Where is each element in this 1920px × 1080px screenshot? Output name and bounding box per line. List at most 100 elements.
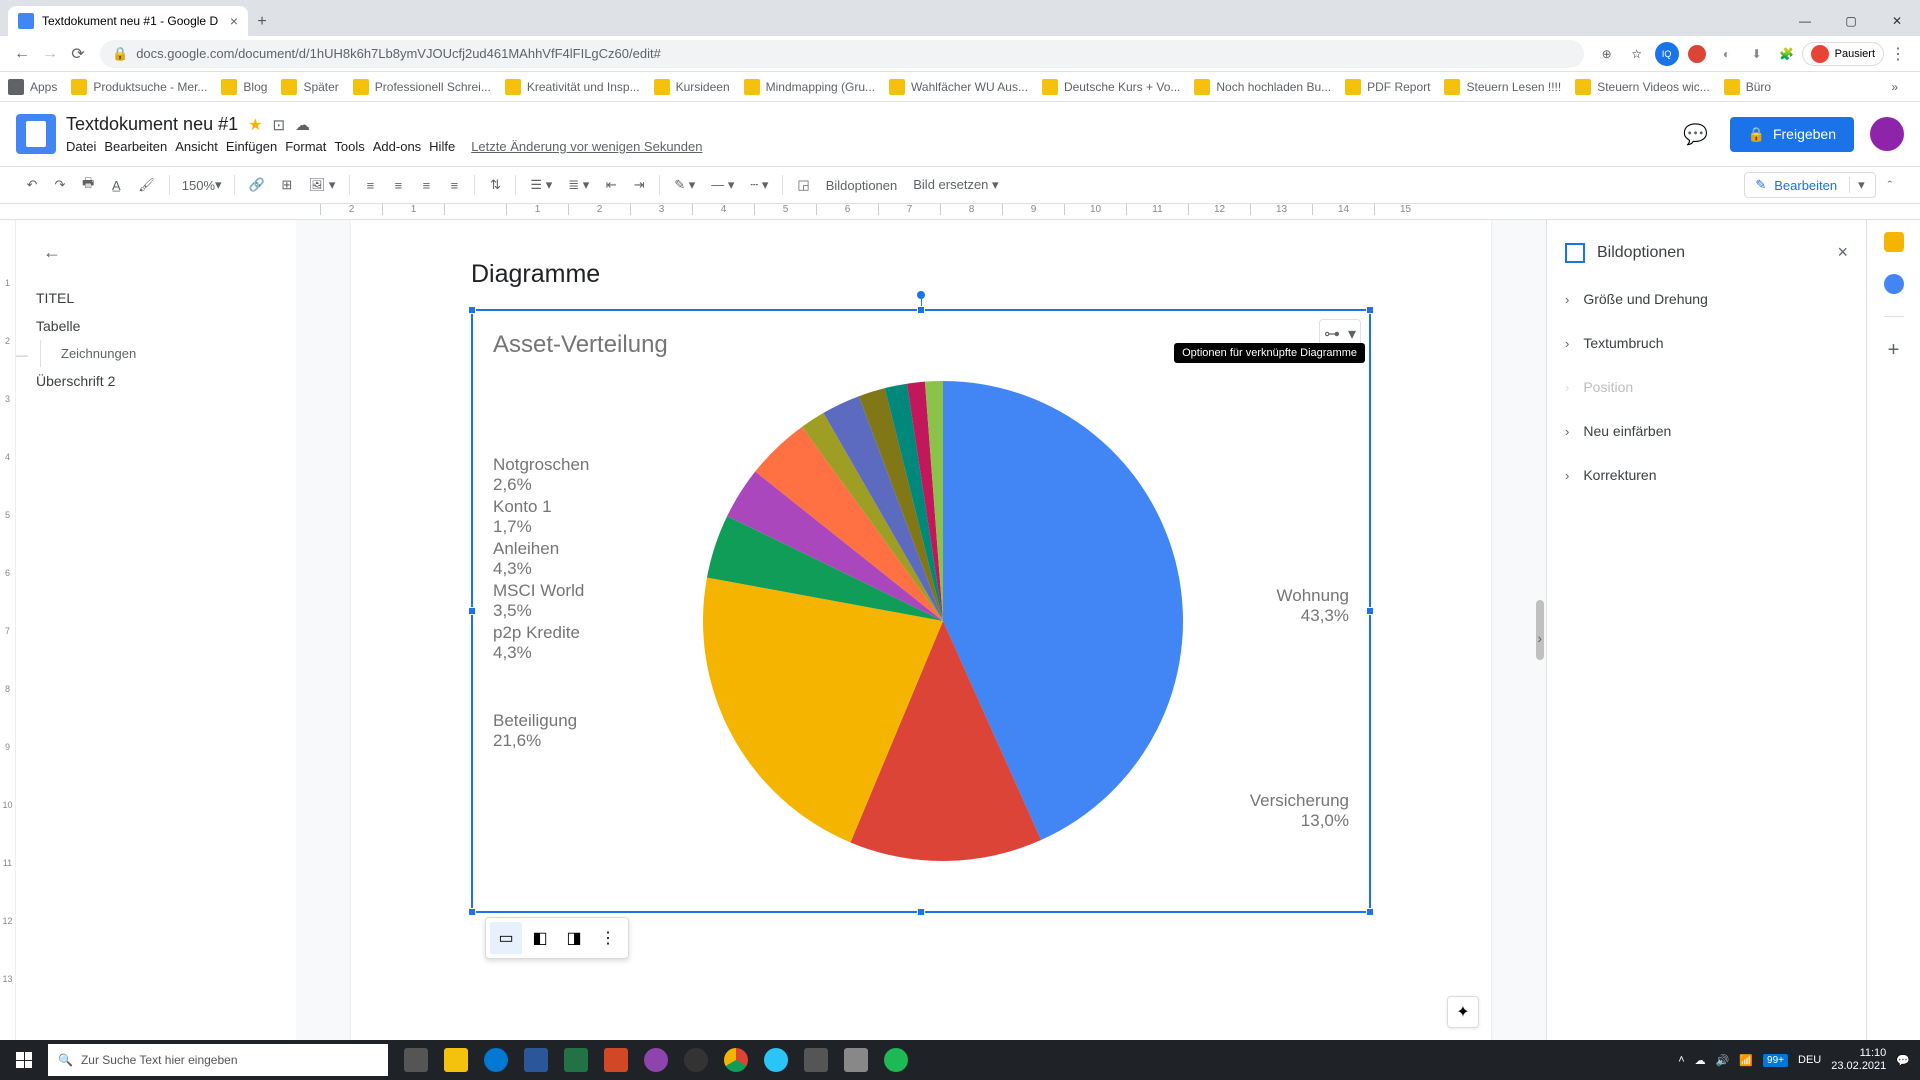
notifications-icon[interactable]: 💬 (1896, 1054, 1910, 1067)
close-sidebar-icon[interactable]: × (1837, 242, 1848, 263)
browser-menu-icon[interactable]: ⋮ (1884, 40, 1912, 68)
bookmark-item[interactable]: Büro (1724, 79, 1771, 95)
bookmark-item[interactable]: Blog (221, 79, 267, 95)
move-icon[interactable]: ⊡ (272, 116, 285, 134)
resize-handle[interactable] (917, 908, 925, 916)
sidebar-item-adjustments[interactable]: ›Korrekturen (1547, 453, 1866, 497)
editing-mode-button[interactable]: ✎ Bearbeiten ▾ (1744, 172, 1875, 198)
bookmark-item[interactable]: Steuern Lesen !!!! (1444, 79, 1561, 95)
crop-icon[interactable]: ◲ (791, 173, 815, 197)
extension-icon-1[interactable]: IQ (1655, 42, 1679, 66)
taskbar-search-input[interactable]: 🔍 Zur Suche Text hier eingeben (48, 1044, 388, 1076)
resize-handle[interactable] (917, 306, 925, 314)
outline-collapse-icon[interactable]: ← (36, 236, 68, 268)
menu-addons[interactable]: Add-ons (373, 139, 421, 154)
bookmark-item[interactable]: PDF Report (1345, 79, 1430, 95)
spotify-icon[interactable] (876, 1040, 916, 1080)
align-left-icon[interactable]: ≡ (358, 174, 382, 197)
bookmark-item[interactable]: Produktsuche - Mer... (71, 79, 207, 95)
extension-icon-4[interactable]: ⬇ (1745, 42, 1769, 66)
menu-tools[interactable]: Tools (334, 139, 364, 154)
extension-icon-2[interactable] (1685, 42, 1709, 66)
edge-app-icon[interactable] (756, 1040, 796, 1080)
explore-button-icon[interactable]: ✦ (1447, 996, 1479, 1028)
align-justify-icon[interactable]: ≡ (442, 174, 466, 197)
outline-remove-icon[interactable]: — (16, 348, 28, 362)
last-edit-link[interactable]: Letzte Änderung vor wenigen Sekunden (471, 139, 702, 154)
paint-format-icon[interactable]: 🖌 (132, 173, 161, 197)
volume-icon[interactable]: 🔊 (1716, 1054, 1730, 1067)
app-icon[interactable] (636, 1040, 676, 1080)
tray-badge[interactable]: 99+ (1763, 1054, 1788, 1067)
undo-icon[interactable]: ↶ (20, 173, 44, 197)
linked-chart-options-icon[interactable]: ▾ (1348, 324, 1356, 344)
browser-tab[interactable]: Textdokument neu #1 - Google D × (8, 6, 248, 36)
resize-handle[interactable] (468, 607, 476, 615)
powerpoint-icon[interactable] (596, 1040, 636, 1080)
chrome-icon[interactable] (716, 1040, 756, 1080)
add-addon-icon[interactable]: + (1888, 339, 1900, 362)
minimize-icon[interactable]: — (1782, 6, 1828, 36)
apps-shortcut[interactable]: Apps (8, 79, 57, 95)
print-icon[interactable]: 🖶 (76, 170, 100, 200)
image-insert-icon[interactable]: 🖼 ▾ (303, 173, 342, 197)
align-right-icon[interactable]: ≡ (414, 174, 438, 197)
maximize-icon[interactable]: ▢ (1828, 6, 1874, 36)
url-input[interactable]: 🔒 docs.google.com/document/d/1hUH8k6h7Lb… (100, 40, 1584, 68)
obs-icon[interactable] (676, 1040, 716, 1080)
sidebar-item-recolor[interactable]: ›Neu einfärben (1547, 409, 1866, 453)
extension-icon-3[interactable]: ◐ (1715, 42, 1739, 66)
profile-button[interactable]: Pausiert (1802, 42, 1884, 66)
image-options-button[interactable]: Bildoptionen (820, 178, 904, 193)
resize-handle[interactable] (468, 908, 476, 916)
side-panel-expand-icon[interactable]: › (1537, 630, 1542, 646)
align-center-icon[interactable]: ≡ (386, 174, 410, 197)
menu-edit[interactable]: Bearbeiten (104, 139, 167, 154)
outline-item-tabelle[interactable]: Tabelle (36, 312, 276, 340)
user-avatar-icon[interactable] (1870, 117, 1904, 151)
star-icon[interactable]: ★ (248, 115, 262, 135)
explorer-icon[interactable] (436, 1040, 476, 1080)
sidebar-item-text-wrap[interactable]: ›Textumbruch (1547, 321, 1866, 365)
task-view-icon[interactable] (396, 1040, 436, 1080)
image-more-icon[interactable]: ⋮ (592, 922, 624, 954)
menu-help[interactable]: Hilfe (429, 139, 455, 154)
link-icon[interactable]: 🔗 (243, 173, 271, 197)
decrease-indent-icon[interactable]: ⇤ (599, 173, 623, 197)
numbered-list-icon[interactable]: ☰ ▾ (524, 173, 558, 197)
document-title[interactable]: Textdokument neu #1 (66, 114, 238, 135)
border-style-icon[interactable]: ┄ ▾ (744, 173, 774, 197)
replace-image-button[interactable]: Bild ersetzen ▾ (907, 177, 1004, 193)
close-window-icon[interactable]: ✕ (1874, 6, 1920, 36)
resize-handle[interactable] (468, 306, 476, 314)
comment-add-icon[interactable]: ⊞ (275, 173, 299, 197)
outline-item-zeichnungen[interactable]: Zeichnungen (40, 340, 276, 367)
outline-title[interactable]: TITEL (36, 284, 276, 312)
horizontal-ruler[interactable]: 21 123 456 789 101112 131415 (0, 204, 1920, 220)
open-source-link-icon[interactable]: ⊶ (1324, 324, 1340, 344)
bulleted-list-icon[interactable]: ≣ ▾ (562, 173, 595, 197)
document-canvas[interactable]: Diagramme ⊶ ▾ Optionen für verknüpfte Di… (296, 220, 1546, 1040)
onedrive-icon[interactable]: ☁ (1695, 1054, 1706, 1067)
increase-indent-icon[interactable]: ⇥ (627, 173, 651, 197)
docs-logo-icon[interactable] (16, 114, 56, 154)
resize-handle[interactable] (1366, 908, 1374, 916)
tasks-icon[interactable] (1884, 274, 1904, 294)
menu-format[interactable]: Format (285, 139, 326, 154)
menu-insert[interactable]: Einfügen (226, 139, 277, 154)
back-icon[interactable]: ← (8, 40, 36, 68)
network-icon[interactable]: 📶 (1739, 1054, 1753, 1067)
line-spacing-icon[interactable]: ⇅ (483, 173, 507, 197)
wrap-break-icon[interactable]: ◨ (558, 922, 590, 954)
star-bookmark-icon[interactable]: ☆ (1625, 42, 1649, 66)
bookmark-item[interactable]: Steuern Videos wic... (1575, 79, 1710, 95)
new-tab-button[interactable]: + (248, 8, 276, 36)
bookmark-item[interactable]: Deutsche Kurs + Vo... (1042, 79, 1180, 95)
bookmark-item[interactable]: Kreativität und Insp... (505, 79, 640, 95)
taskbar-clock[interactable]: 11:10 23.02.2021 (1831, 1047, 1886, 1073)
collapse-toolbar-icon[interactable]: ˆ (1880, 174, 1900, 197)
close-tab-icon[interactable]: × (230, 13, 238, 29)
bookmark-item[interactable]: Wahlfächer WU Aus... (889, 79, 1028, 95)
spellcheck-icon[interactable]: A̲ (104, 174, 128, 197)
bookmark-item[interactable]: Kursideen (654, 79, 730, 95)
